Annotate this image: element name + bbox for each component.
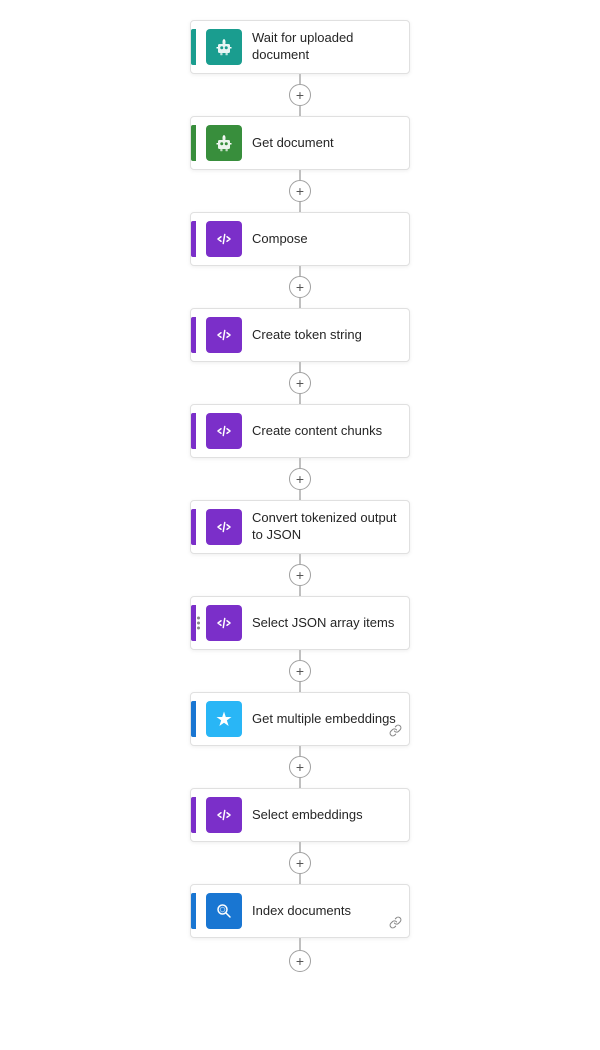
connector-line-bottom bbox=[299, 106, 301, 116]
connector-line-bottom bbox=[299, 298, 301, 308]
connector-line-top bbox=[299, 266, 301, 276]
step-select-json[interactable]: Select JSON array items bbox=[190, 596, 410, 650]
step-embeddings-icon bbox=[206, 701, 242, 737]
connector-5: + bbox=[289, 554, 311, 596]
connector-0: + bbox=[289, 74, 311, 116]
step-index-docs-label: Index documents bbox=[252, 903, 399, 920]
connector-line-top bbox=[299, 650, 301, 660]
step-wait[interactable]: Wait for uploaded document bbox=[190, 20, 410, 74]
connector-line-bottom bbox=[299, 394, 301, 404]
connector-line-bottom bbox=[299, 202, 301, 212]
add-step-button-1[interactable]: + bbox=[289, 180, 311, 202]
connector-line-bottom bbox=[299, 874, 301, 884]
add-step-button-2[interactable]: + bbox=[289, 276, 311, 298]
step-content-chunks-icon bbox=[206, 413, 242, 449]
add-step-button-7[interactable]: + bbox=[289, 756, 311, 778]
add-step-button-5[interactable]: + bbox=[289, 564, 311, 586]
final-connector: + bbox=[289, 938, 311, 980]
connector-line-top bbox=[299, 458, 301, 468]
connector-4: + bbox=[289, 458, 311, 500]
step-compose[interactable]: Compose bbox=[190, 212, 410, 266]
add-step-button-4[interactable]: + bbox=[289, 468, 311, 490]
step-token-string-icon bbox=[206, 317, 242, 353]
step-compose-label: Compose bbox=[252, 231, 399, 248]
add-step-button-8[interactable]: + bbox=[289, 852, 311, 874]
step-get-doc[interactable]: Get document bbox=[190, 116, 410, 170]
step-get-doc-icon bbox=[206, 125, 242, 161]
connector-3: + bbox=[289, 362, 311, 404]
connector-line-bottom bbox=[299, 586, 301, 596]
add-step-button-3[interactable]: + bbox=[289, 372, 311, 394]
add-step-button-6[interactable]: + bbox=[289, 660, 311, 682]
step-select-embeddings[interactable]: Select embeddings bbox=[190, 788, 410, 842]
step-embeddings-link-icon bbox=[389, 724, 402, 740]
connector-2: + bbox=[289, 266, 311, 308]
connector-line-top bbox=[299, 74, 301, 84]
step-token-string[interactable]: Create token string bbox=[190, 308, 410, 362]
step-embeddings[interactable]: Get multiple embeddings bbox=[190, 692, 410, 746]
step-select-embeddings-label: Select embeddings bbox=[252, 807, 399, 824]
connector-line-bottom bbox=[299, 682, 301, 692]
step-embeddings-label: Get multiple embeddings bbox=[252, 711, 399, 728]
connector-8: + bbox=[289, 842, 311, 884]
add-step-button-0[interactable]: + bbox=[289, 84, 311, 106]
connector-7: + bbox=[289, 746, 311, 788]
connector-line-top bbox=[299, 746, 301, 756]
connector-line-top bbox=[299, 170, 301, 180]
connector-line-top bbox=[299, 842, 301, 852]
connector-1: + bbox=[289, 170, 311, 212]
step-wait-icon bbox=[206, 29, 242, 65]
step-wait-label: Wait for uploaded document bbox=[252, 30, 399, 64]
flow-container: Wait for uploaded document + Get document… bbox=[0, 20, 600, 980]
step-index-docs-icon bbox=[206, 893, 242, 929]
connector-line-top bbox=[299, 362, 301, 372]
step-select-embeddings-icon bbox=[206, 797, 242, 833]
final-connector-line bbox=[299, 938, 301, 950]
step-compose-icon bbox=[206, 221, 242, 257]
step-select-json-label: Select JSON array items bbox=[252, 615, 399, 632]
step-convert-json-icon bbox=[206, 509, 242, 545]
step-convert-json[interactable]: Convert tokenized output to JSON bbox=[190, 500, 410, 554]
step-select-json-icon bbox=[206, 605, 242, 641]
step-get-doc-label: Get document bbox=[252, 135, 399, 152]
step-index-docs-link-icon bbox=[389, 916, 402, 932]
step-token-string-label: Create token string bbox=[252, 327, 399, 344]
step-content-chunks-label: Create content chunks bbox=[252, 423, 399, 440]
step-convert-json-label: Convert tokenized output to JSON bbox=[252, 510, 399, 544]
dots-indicator bbox=[197, 617, 200, 630]
connector-line-bottom bbox=[299, 490, 301, 500]
add-step-button-final[interactable]: + bbox=[289, 950, 311, 972]
connector-line-top bbox=[299, 554, 301, 564]
step-index-docs[interactable]: Index documents bbox=[190, 884, 410, 938]
connector-6: + bbox=[289, 650, 311, 692]
step-content-chunks[interactable]: Create content chunks bbox=[190, 404, 410, 458]
connector-line-bottom bbox=[299, 778, 301, 788]
